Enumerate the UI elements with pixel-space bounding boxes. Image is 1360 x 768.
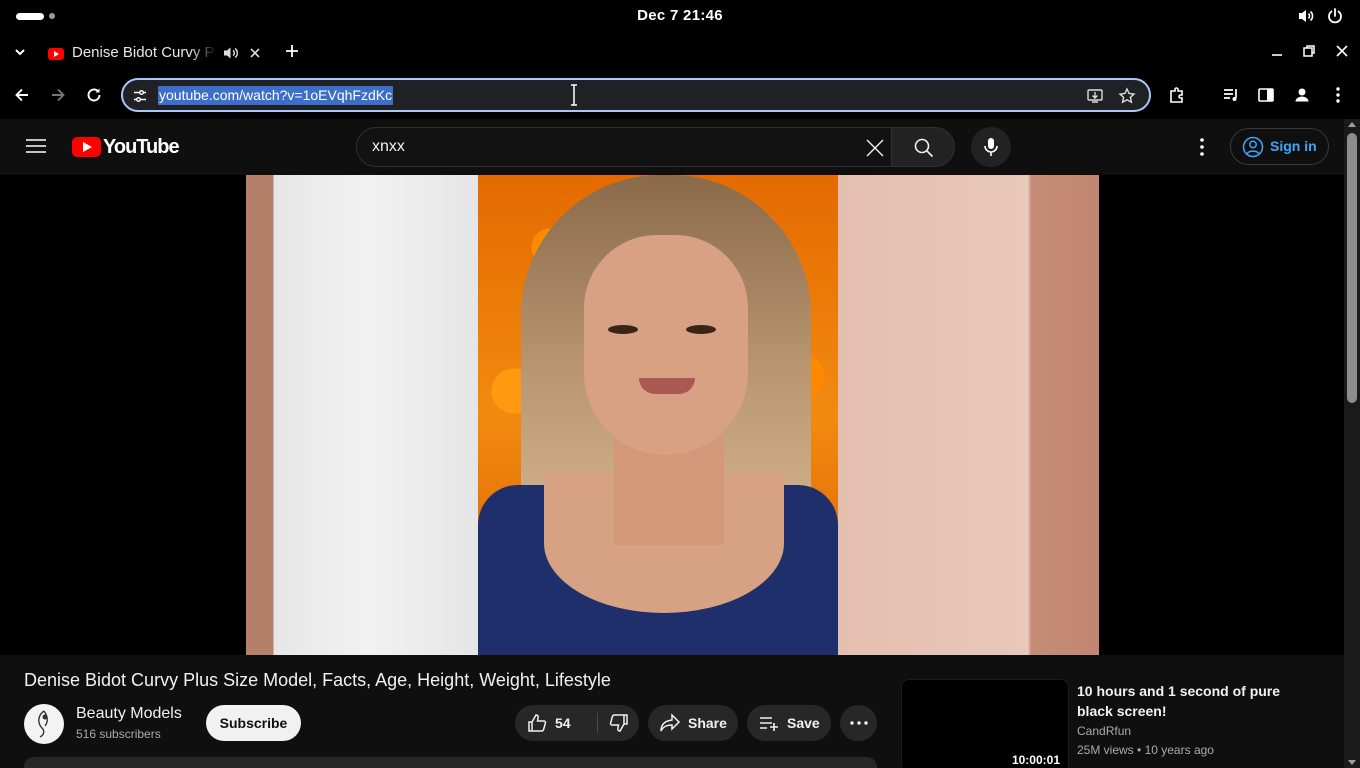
recommended-channel[interactable]: CandRfun bbox=[1077, 724, 1131, 738]
description-box[interactable] bbox=[24, 757, 877, 768]
back-arrow-icon[interactable] bbox=[12, 85, 32, 105]
recommended-views: 25M views bbox=[1077, 743, 1134, 757]
channel-avatar[interactable] bbox=[24, 704, 64, 744]
extensions-puzzle-icon[interactable] bbox=[1167, 85, 1187, 105]
recommended-video[interactable]: 10:00:01 10 hours and 1 second of pure b… bbox=[901, 679, 1321, 768]
bookmark-star-icon[interactable] bbox=[1118, 87, 1136, 105]
tab-close-icon[interactable] bbox=[248, 46, 262, 60]
like-count: 54 bbox=[555, 715, 571, 731]
microphone-icon bbox=[984, 138, 998, 156]
settings-more-vert-icon[interactable] bbox=[1192, 136, 1212, 158]
like-dislike-group: 54 bbox=[515, 705, 639, 741]
youtube-masthead: YouTube xnxx Sign in bbox=[0, 119, 1344, 175]
sign-in-button[interactable]: Sign in bbox=[1230, 128, 1329, 165]
recommended-meta: 25M views • 10 years ago bbox=[1077, 743, 1214, 757]
save-button[interactable]: Save bbox=[747, 705, 831, 741]
dislike-button[interactable] bbox=[598, 705, 639, 741]
side-panel-icon[interactable] bbox=[1256, 85, 1276, 105]
tab-search-chevron-icon[interactable] bbox=[10, 42, 30, 62]
page-scrollbar[interactable] bbox=[1344, 119, 1360, 768]
youtube-play-logo-icon bbox=[72, 137, 101, 157]
restore-window-icon[interactable] bbox=[1301, 43, 1317, 59]
youtube-favicon-icon bbox=[48, 48, 64, 60]
address-bar[interactable]: youtube.com/watch?v=1oEVqhFzdKc bbox=[121, 78, 1151, 112]
guide-menu-icon[interactable] bbox=[26, 138, 46, 154]
voice-search-button[interactable] bbox=[971, 127, 1011, 167]
youtube-logo-text: YouTube bbox=[103, 136, 180, 158]
subscriber-count: 516 subscribers bbox=[76, 727, 161, 741]
active-tab[interactable]: Denise Bidot Curvy Plus Size Model, Fact… bbox=[38, 36, 272, 72]
account-circle-icon bbox=[1242, 136, 1264, 158]
new-tab-plus-icon[interactable] bbox=[283, 42, 301, 60]
like-button[interactable]: 54 bbox=[515, 705, 597, 741]
youtube-page: YouTube xnxx Sign in Denise Bidot Curvy … bbox=[0, 119, 1344, 768]
media-controls-icon[interactable] bbox=[1221, 85, 1241, 105]
meta-separator: • bbox=[1137, 743, 1145, 757]
search-icon bbox=[914, 138, 934, 158]
scrollbar-thumb[interactable] bbox=[1347, 133, 1357, 403]
more-actions-button[interactable] bbox=[840, 705, 877, 741]
share-label: Share bbox=[688, 715, 727, 731]
save-label: Save bbox=[787, 715, 820, 731]
browser-menu-icon[interactable] bbox=[1328, 85, 1348, 105]
thumbs-up-icon bbox=[528, 714, 547, 732]
text-cursor-icon bbox=[571, 84, 577, 106]
channel-name[interactable]: Beauty Models bbox=[76, 705, 182, 723]
search-input[interactable] bbox=[372, 137, 852, 157]
tab-strip: Denise Bidot Curvy Plus Size Model, Fact… bbox=[0, 32, 1360, 72]
browser-toolbar: youtube.com/watch?v=1oEVqhFzdKc bbox=[0, 72, 1360, 118]
tab-title: Denise Bidot Curvy Plus Size Model, Fact… bbox=[72, 44, 216, 61]
recommended-title[interactable]: 10 hours and 1 second of pure black scre… bbox=[1077, 681, 1297, 721]
video-duration: 10:00:01 bbox=[1007, 752, 1064, 768]
recommended-thumbnail[interactable]: 10:00:01 bbox=[901, 679, 1069, 768]
audio-playing-icon[interactable] bbox=[223, 45, 239, 61]
subscribe-button[interactable]: Subscribe bbox=[206, 705, 301, 741]
profile-icon[interactable] bbox=[1292, 85, 1312, 105]
recommended-age: 10 years ago bbox=[1144, 743, 1214, 757]
os-clock[interactable]: Dec 7 21:46 bbox=[0, 7, 1360, 24]
close-window-icon[interactable] bbox=[1334, 43, 1350, 59]
volume-icon[interactable] bbox=[1297, 7, 1315, 25]
reload-icon[interactable] bbox=[84, 85, 104, 105]
youtube-logo[interactable]: YouTube bbox=[72, 136, 180, 159]
playlist-add-icon bbox=[760, 717, 778, 731]
share-arrow-icon bbox=[660, 713, 681, 732]
thumbs-down-icon bbox=[609, 714, 628, 732]
video-frame[interactable] bbox=[246, 175, 1099, 655]
search-button[interactable] bbox=[891, 127, 955, 167]
scroll-up-arrow-icon[interactable] bbox=[1348, 122, 1356, 127]
site-info-tune-icon[interactable] bbox=[131, 87, 149, 105]
video-title: Denise Bidot Curvy Plus Size Model, Fact… bbox=[24, 670, 611, 690]
forward-arrow-icon[interactable] bbox=[48, 85, 68, 105]
channel-logo-icon bbox=[38, 710, 48, 738]
clear-search-icon[interactable] bbox=[865, 138, 885, 158]
os-top-bar: Dec 7 21:46 bbox=[0, 0, 1360, 32]
install-app-icon[interactable] bbox=[1086, 87, 1104, 105]
share-button[interactable]: Share bbox=[648, 705, 738, 741]
scroll-down-arrow-icon[interactable] bbox=[1348, 760, 1356, 765]
sign-in-label: Sign in bbox=[1270, 138, 1317, 154]
search-box[interactable] bbox=[356, 127, 892, 167]
minimize-window-icon[interactable] bbox=[1269, 43, 1285, 59]
power-icon[interactable] bbox=[1326, 7, 1344, 25]
video-player[interactable] bbox=[0, 175, 1344, 655]
url-text[interactable]: youtube.com/watch?v=1oEVqhFzdKc bbox=[158, 86, 394, 105]
more-horiz-icon bbox=[850, 721, 868, 725]
